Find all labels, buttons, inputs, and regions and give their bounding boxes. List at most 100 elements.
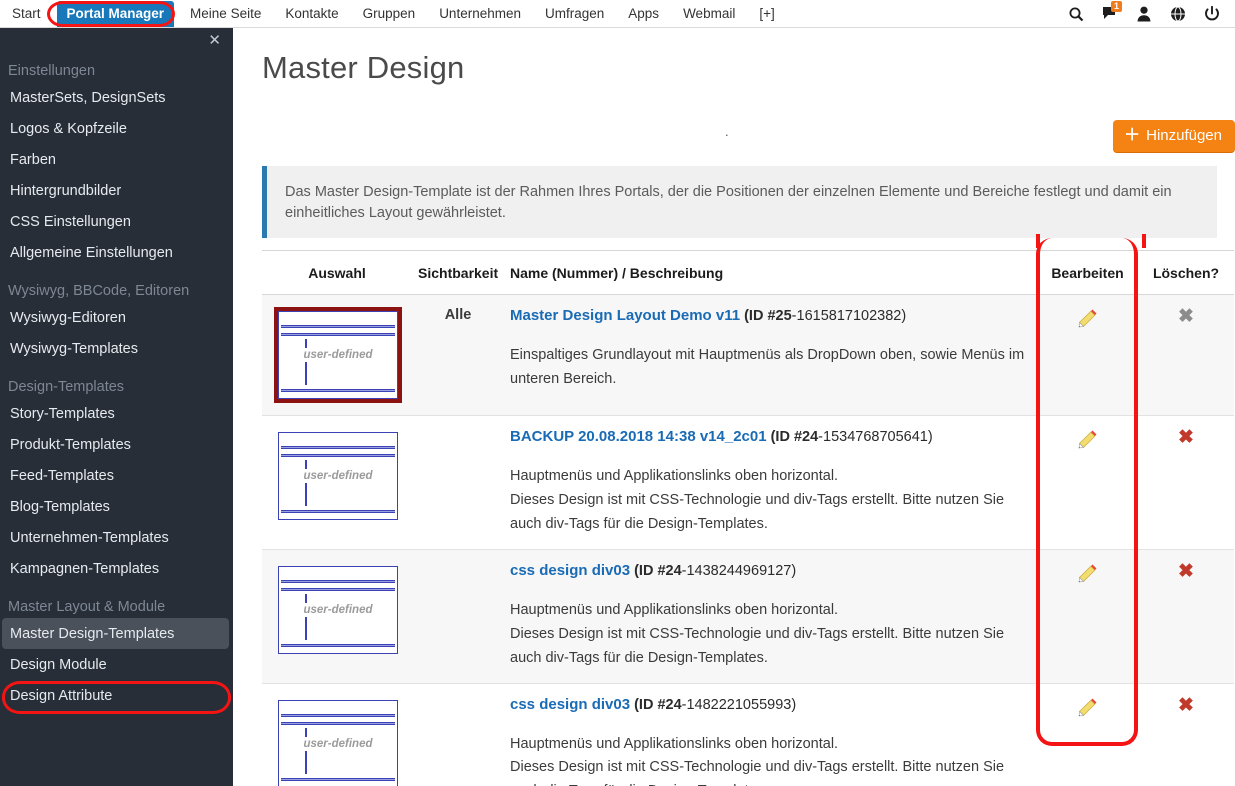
info-box-text: Das Master Design-Template ist der Rahme… — [285, 184, 1172, 222]
cell-auswahl: user-defined — [262, 549, 412, 684]
add-button[interactable]: ＋ Hinzufügen — [1113, 120, 1235, 152]
thumbnail-bar-top — [281, 579, 395, 583]
template-description: Hauptmenüs und Applikationslinks oben ho… — [510, 468, 1005, 532]
column-header-bearbeiten: Bearbeiten — [1037, 250, 1138, 295]
user-icon[interactable] — [1135, 5, 1153, 23]
sidebar-item-farben[interactable]: Farben — [0, 144, 233, 175]
pencil-icon[interactable] — [1077, 562, 1099, 588]
plus-icon: ＋ — [1124, 126, 1141, 144]
template-title-link[interactable]: Master Design Layout Demo v11 — [510, 307, 740, 324]
thumbnail-bar-bottom — [281, 643, 395, 647]
sidebar-item-blog-templates[interactable]: Blog-Templates — [0, 491, 233, 522]
sidebar-item-wysiwyg-templates[interactable]: Wysiwyg-Templates — [0, 333, 233, 364]
template-description: Einspaltiges Grundlayout mit Hauptmenüs … — [510, 347, 1025, 387]
sidebar-item-mastersets-designsets[interactable]: MasterSets, DesignSets — [0, 82, 233, 113]
thumbnail-layout-preview: user-defined — [278, 432, 398, 520]
thumbnail-bar-second — [281, 587, 395, 591]
sidebar-group-title: Design-Templates — [8, 379, 125, 395]
sidebar-group-title: Master Layout & Module — [8, 599, 166, 615]
thumbnail-layout-preview: user-defined — [278, 565, 398, 654]
message-icon[interactable]: 1 — [1101, 0, 1123, 23]
template-thumbnail[interactable]: user-defined — [274, 696, 402, 786]
nav-item-unternehmen[interactable]: Unternehmen — [427, 0, 533, 27]
sidebar-item-unternehmen-templates[interactable]: Unternehmen-Templates — [0, 522, 233, 553]
sidebar-item-css-einstellungen[interactable]: CSS Einstellungen — [0, 206, 233, 237]
thumbnail-label: user-defined — [279, 348, 397, 362]
thumbnail-bar-bottom — [281, 777, 395, 781]
info-box: Das Master Design-Template ist der Rahme… — [262, 166, 1217, 239]
cell-auswahl: user-defined — [262, 294, 412, 416]
sidebar-item-kampagnen-templates[interactable]: Kampagnen-Templates — [0, 553, 233, 584]
x-icon[interactable]: ✖ — [1178, 562, 1194, 581]
master-design-table: Auswahl Sichtbarkeit Name (Nummer) / Bes… — [262, 250, 1234, 786]
cell-name-description: css design div03 (ID #24-1438244969127) H… — [504, 549, 1037, 684]
template-id-prefix: (ID #25 — [740, 308, 792, 324]
pencil-icon[interactable] — [1077, 696, 1099, 722]
template-thumbnail[interactable]: user-defined — [274, 428, 402, 524]
nav-item-kontakte[interactable]: Kontakte — [273, 0, 350, 27]
nav-item-[interactable]: [+] — [747, 0, 786, 27]
table-row: user-defined css design div03 (ID #24-143… — [262, 549, 1234, 684]
cell-bearbeiten — [1037, 549, 1138, 684]
thumbnail-divider — [305, 727, 307, 774]
close-icon[interactable]: ✕ — [208, 33, 221, 48]
sidebar-item-wysiwyg-editoren[interactable]: Wysiwyg-Editoren — [0, 302, 233, 333]
pencil-icon[interactable] — [1077, 428, 1099, 454]
nav-item-gruppen[interactable]: Gruppen — [351, 0, 428, 27]
cell-sichtbarkeit: Alle — [412, 294, 504, 416]
template-id: (ID #25-1615817102382) — [740, 308, 906, 324]
pencil-icon[interactable] — [1077, 307, 1099, 333]
sidebar-item-design-module[interactable]: Design Module — [0, 649, 233, 680]
nav-item-portal-manager[interactable]: Portal Manager — [56, 1, 175, 27]
template-description: Hauptmenüs und Applikationslinks oben ho… — [510, 735, 1005, 786]
template-id-suffix: -1615817102382) — [791, 308, 907, 324]
template-thumbnail[interactable]: user-defined — [274, 562, 402, 658]
nav-item-meine-seite[interactable]: Meine Seite — [178, 0, 273, 27]
x-icon[interactable]: ✖ — [1178, 696, 1194, 715]
sidebar-item-produkt-templates[interactable]: Produkt-Templates — [0, 429, 233, 460]
table-row: user-defined BACKUP 20.08.2018 14:38 v14_… — [262, 415, 1234, 550]
nav-item-start[interactable]: Start — [0, 0, 53, 27]
message-badge: 1 — [1111, 0, 1123, 12]
top-navigation-bar: Start Portal Manager Meine Seite Kontakte Gr… — [0, 0, 1235, 28]
sidebar-groups: Einstellungen MasterSets, DesignSets Logos… — [0, 56, 233, 711]
power-icon[interactable] — [1203, 5, 1221, 23]
top-nav-items: Start Portal Manager Meine Seite Kontakte Gr… — [0, 0, 787, 27]
sidebar-item-logos-kopfzeile[interactable]: Logos & Kopfzeile — [0, 113, 233, 144]
search-icon[interactable] — [1067, 5, 1085, 23]
top-nav-icons: 1 — [1067, 0, 1235, 27]
dot-marker: . — [725, 124, 729, 139]
sidebar-group-title: Wysiwyg, BBCode, Editoren — [8, 283, 190, 299]
nav-item-umfragen[interactable]: Umfragen — [533, 0, 616, 27]
template-description: Hauptmenüs und Applikationslinks oben ho… — [510, 601, 1005, 666]
sidebar-item-allgemeine-einstellungen[interactable]: Allgemeine Einstellungen — [0, 237, 233, 268]
cell-bearbeiten — [1037, 415, 1138, 550]
template-id: (ID #24-1482221055993) — [630, 697, 796, 713]
sidebar-item-design-attribute[interactable]: Design Attribute — [0, 680, 233, 711]
thumbnail-bar-top — [281, 713, 395, 717]
sidebar-item-master-design-templates[interactable]: Master Design-Templates — [2, 618, 229, 649]
thumbnail-divider — [305, 593, 307, 640]
template-thumbnail[interactable]: user-defined — [274, 307, 402, 403]
template-title-link[interactable]: css design div03 — [510, 562, 630, 579]
template-title-link[interactable]: css design div03 — [510, 696, 630, 713]
template-title-link[interactable]: BACKUP 20.08.2018 14:38 v14_2c01 — [510, 428, 767, 445]
cell-loeschen: ✖ — [1138, 294, 1234, 416]
add-button-label: Hinzufügen — [1146, 127, 1222, 144]
page-title: Master Design — [262, 50, 465, 85]
column-header-auswahl: Auswahl — [262, 250, 412, 295]
thumbnail-layout-preview: user-defined — [278, 699, 398, 786]
template-id-suffix: -1482221055993) — [681, 696, 797, 713]
nav-item-apps[interactable]: Apps — [616, 0, 671, 27]
sidebar-item-hintergrundbilder[interactable]: Hintergrundbilder — [0, 175, 233, 206]
globe-icon[interactable] — [1169, 5, 1187, 23]
main-content: Master Design . ＋ Hinzufügen Das Master … — [233, 28, 1235, 786]
template-id-prefix: (ID #24 — [766, 429, 819, 445]
thumbnail-divider — [305, 460, 307, 506]
x-icon[interactable]: ✖ — [1178, 428, 1194, 447]
cell-name-description: Master Design Layout Demo v11 (ID #25-16… — [504, 294, 1037, 416]
nav-item-webmail[interactable]: Webmail — [671, 0, 747, 27]
sidebar-item-feed-templates[interactable]: Feed-Templates — [0, 460, 233, 491]
sidebar-item-story-templates[interactable]: Story-Templates — [0, 398, 233, 429]
cell-auswahl: user-defined — [262, 683, 412, 786]
